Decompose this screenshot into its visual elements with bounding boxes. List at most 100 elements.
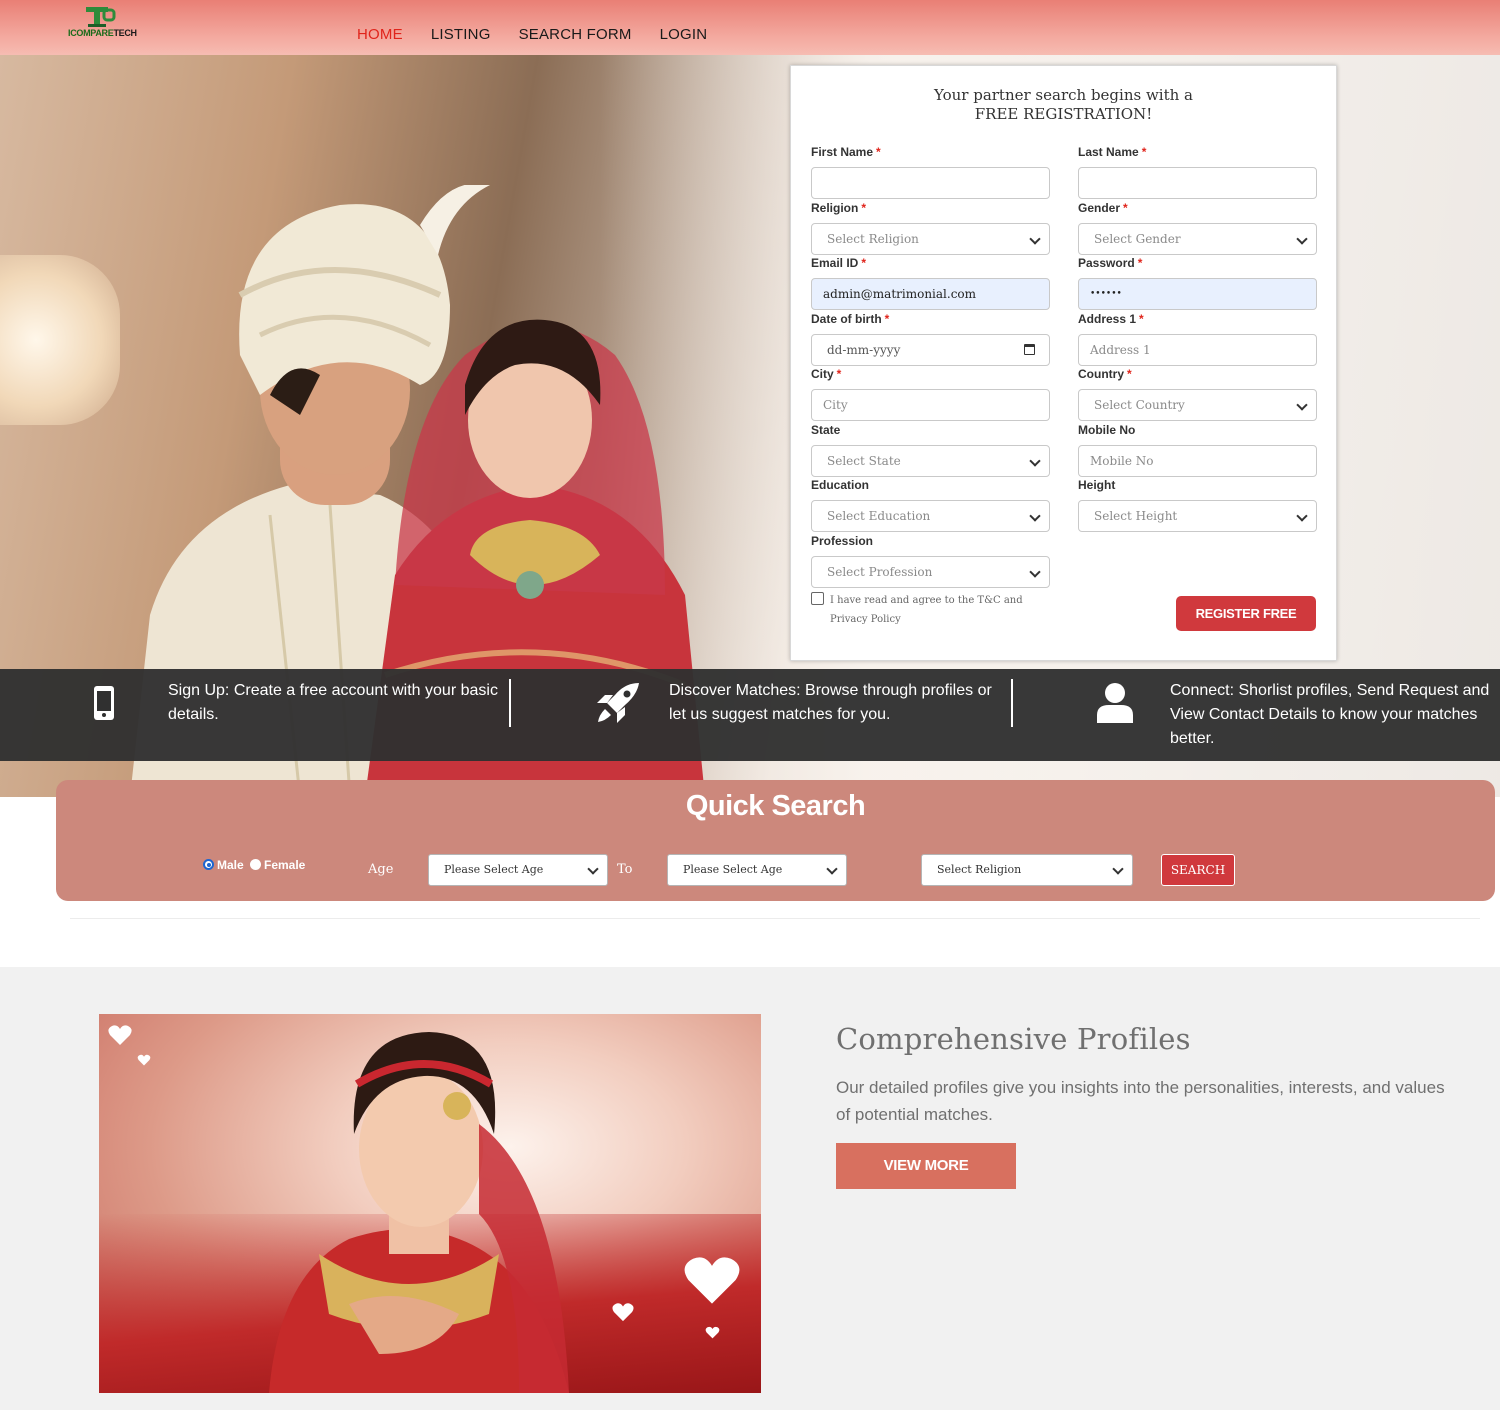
quick-search-panel: Quick Search Male Female Age Please Sele… — [56, 780, 1495, 901]
profession-label: Profession — [811, 534, 874, 548]
height-field: Height Select Height — [1078, 478, 1317, 532]
gender-select[interactable]: Select Gender — [1078, 223, 1317, 255]
profiles-title: Comprehensive Profiles — [836, 1022, 1191, 1056]
view-more-button[interactable]: VIEW MORE — [836, 1143, 1016, 1189]
hero-banner: Your partner search begins with a FREE R… — [0, 55, 1500, 797]
address1-label: Address 1 — [1078, 312, 1137, 326]
education-label: Education — [811, 478, 870, 492]
profiles-description: Our detailed profiles give you insights … — [836, 1078, 1445, 1124]
quick-religion-select[interactable]: Select Religion — [921, 854, 1133, 886]
required-mark: * — [1139, 312, 1144, 326]
step-connect-line2: View Contact Details to know your matche… — [1170, 706, 1478, 723]
terms-line1: I have read and agree to the T&C and — [830, 595, 1023, 606]
nav-search-form[interactable]: SEARCH FORM — [519, 26, 632, 43]
dob-placeholder: dd-mm-yyyy — [827, 343, 901, 357]
required-mark: * — [861, 256, 867, 270]
state-field: State Select State — [811, 423, 1050, 477]
profession-select[interactable]: Select Profession — [811, 556, 1050, 588]
required-mark: * — [876, 145, 881, 159]
male-radio-label[interactable]: Male — [217, 858, 244, 872]
quick-search-button[interactable]: SEARCH — [1161, 854, 1235, 886]
required-mark: * — [1123, 201, 1128, 215]
last-name-field: Last Name * — [1078, 145, 1317, 199]
main-nav: HOME LISTING SEARCH FORM LOGIN — [357, 26, 707, 43]
calendar-icon[interactable] — [1024, 344, 1035, 355]
first-name-input[interactable] — [811, 167, 1050, 199]
heart-icon — [612, 1303, 634, 1322]
step-connect-line3: better. — [1170, 730, 1215, 747]
step-discover-line2: let us suggest matches for you. — [669, 706, 891, 723]
age-label: Age — [368, 862, 394, 877]
state-label: State — [811, 423, 841, 437]
registration-title: Your partner search begins with a FREE R… — [791, 86, 1336, 124]
terms-row: I have read and agree to the T&C and Pri… — [811, 591, 1041, 629]
password-label: Password — [1078, 256, 1135, 270]
mobile-field: Mobile No Mobile No — [1078, 423, 1317, 477]
gender-label: Gender — [1078, 201, 1121, 215]
registration-form: Your partner search begins with a FREE R… — [790, 65, 1337, 661]
logo-text: ICOMPARETECH — [68, 28, 137, 38]
first-name-field: First Name * — [811, 145, 1050, 199]
step-connect-line1: Connect: Shorlist profiles, Send Request… — [1170, 682, 1490, 699]
required-mark: * — [1137, 256, 1143, 270]
terms-line2[interactable]: Privacy Policy — [830, 614, 901, 625]
password-input[interactable]: •••••• — [1078, 278, 1317, 310]
nav-listing[interactable]: LISTING — [431, 26, 491, 43]
mobile-input[interactable]: Mobile No — [1078, 445, 1317, 477]
how-it-works-band: Sign Up: Create a free account with your… — [0, 669, 1500, 761]
education-select[interactable]: Select Education — [811, 500, 1050, 532]
nav-home[interactable]: HOME — [357, 26, 403, 43]
registration-title-line2: FREE REGISTRATION! — [974, 105, 1153, 123]
register-free-button[interactable]: REGISTER FREE — [1176, 596, 1316, 631]
religion-label: Religion — [811, 201, 859, 215]
registration-title-line1: Your partner search begins with a — [933, 86, 1193, 104]
address1-input[interactable]: Address 1 — [1078, 334, 1317, 366]
gender-field: Gender * Select Gender — [1078, 201, 1317, 255]
email-label: Email ID — [811, 256, 859, 270]
profession-field: Profession Select Profession — [811, 534, 1050, 588]
logo-emblem-icon — [86, 7, 116, 27]
step-signup-line2: details. — [168, 706, 219, 723]
terms-checkbox[interactable] — [811, 592, 824, 605]
address1-field: Address 1 * Address 1 — [1078, 312, 1317, 366]
city-label: City — [811, 367, 834, 381]
step-discover: Discover Matches: Browse through profile… — [511, 669, 1011, 761]
female-radio[interactable] — [250, 859, 261, 870]
user-icon — [1097, 683, 1133, 723]
country-field: Country * Select Country — [1078, 367, 1317, 421]
required-mark: * — [836, 367, 842, 381]
logo-text-part2: TECH — [113, 28, 137, 38]
terms-text: I have read and agree to the T&C and Pri… — [811, 591, 1041, 629]
last-name-input[interactable] — [1078, 167, 1317, 199]
email-field: Email ID * admin@matrimonial.com — [811, 256, 1050, 310]
site-logo[interactable]: ICOMPARETECH — [68, 4, 137, 42]
religion-select[interactable]: Select Religion — [811, 223, 1050, 255]
heart-icon — [108, 1025, 132, 1045]
required-mark: * — [1127, 367, 1132, 381]
step-signup: Sign Up: Create a free account with your… — [0, 669, 510, 761]
age-from-select[interactable]: Please Select Age — [428, 854, 608, 886]
male-radio[interactable] — [203, 859, 214, 870]
password-field: Password * •••••• — [1078, 256, 1317, 310]
lamp-shape — [0, 255, 120, 425]
female-radio-label[interactable]: Female — [264, 858, 305, 872]
state-select[interactable]: Select State — [811, 445, 1050, 477]
country-select[interactable]: Select Country — [1078, 389, 1317, 421]
dob-input[interactable]: dd-mm-yyyy — [811, 334, 1050, 366]
nav-login[interactable]: LOGIN — [660, 26, 708, 43]
last-name-label: Last Name — [1078, 145, 1139, 159]
religion-field: Religion * Select Religion — [811, 201, 1050, 255]
education-field: Education Select Education — [811, 478, 1050, 532]
city-input[interactable]: City — [811, 389, 1050, 421]
height-select[interactable]: Select Height — [1078, 500, 1317, 532]
email-input[interactable]: admin@matrimonial.com — [811, 278, 1050, 310]
age-to-select[interactable]: Please Select Age — [667, 854, 847, 886]
required-mark: * — [861, 201, 867, 215]
profiles-section: Comprehensive Profiles Our detailed prof… — [0, 967, 1500, 1410]
step-signup-line1: Sign Up: Create a free account with your… — [168, 682, 498, 699]
country-label: Country — [1078, 367, 1124, 381]
bride-portrait-figure — [269, 1032, 569, 1393]
height-label: Height — [1078, 478, 1116, 492]
required-mark: * — [884, 312, 890, 326]
rocket-icon — [597, 683, 639, 723]
